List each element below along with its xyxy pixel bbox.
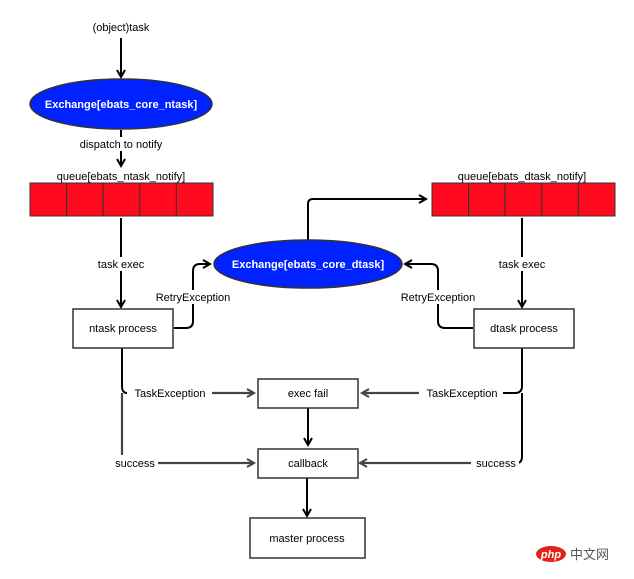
dispatch-label: dispatch to notify xyxy=(80,139,163,151)
input-label: (object)task xyxy=(93,22,150,34)
queue-cell xyxy=(541,182,579,217)
watermark-brand: php xyxy=(540,549,561,561)
task-exec-right-label: task exec xyxy=(499,259,546,271)
queue-cell xyxy=(431,182,470,217)
retry-exception-left-label: RetryException xyxy=(156,292,231,304)
exchange-ntask-label: Exchange[ebats_core_ntask] xyxy=(45,99,198,111)
retry-exception-right-label: RetryException xyxy=(401,292,476,304)
queue-dtask[interactable] xyxy=(431,182,616,217)
task-exception-right-label: TaskException xyxy=(427,388,498,400)
success-right-label: success xyxy=(476,458,516,470)
queue-ntask[interactable] xyxy=(29,182,214,217)
queue-cell xyxy=(504,182,543,217)
queue-cell xyxy=(139,182,177,217)
success-left-label: success xyxy=(115,458,155,470)
edge-exchange-to-dtask-queue xyxy=(307,199,426,241)
master-process-label: master process xyxy=(269,533,345,545)
queue-cell xyxy=(577,182,616,217)
exchange-dtask-label: Exchange[ebats_core_dtask] xyxy=(232,259,385,271)
queue-dtask-label: queue[ebats_dtask_notify] xyxy=(458,171,586,183)
queue-cell xyxy=(175,182,214,217)
watermark-logo: php 中文网 xyxy=(536,546,609,563)
queue-cell xyxy=(66,182,104,217)
edge-dtask-success xyxy=(516,393,523,464)
exec-fail-label: exec fail xyxy=(288,388,328,400)
edge-ntask-down xyxy=(121,348,128,394)
dtask-process-label: dtask process xyxy=(490,323,558,335)
callback-label: callback xyxy=(288,458,328,470)
edge-dtask-task-exception xyxy=(503,348,523,394)
queue-cell xyxy=(468,182,506,217)
queue-cell xyxy=(102,182,141,217)
task-exec-left-label: task exec xyxy=(98,259,145,271)
watermark-suffix: 中文网 xyxy=(570,548,609,563)
queue-cell xyxy=(29,182,68,217)
queue-ntask-label: queue[ebats_ntask_notify] xyxy=(57,171,185,183)
task-exception-left-label: TaskException xyxy=(135,388,206,400)
flow-diagram: (object)task Exchange[ebats_core_ntask] … xyxy=(29,22,616,563)
ntask-process-label: ntask process xyxy=(89,323,157,335)
